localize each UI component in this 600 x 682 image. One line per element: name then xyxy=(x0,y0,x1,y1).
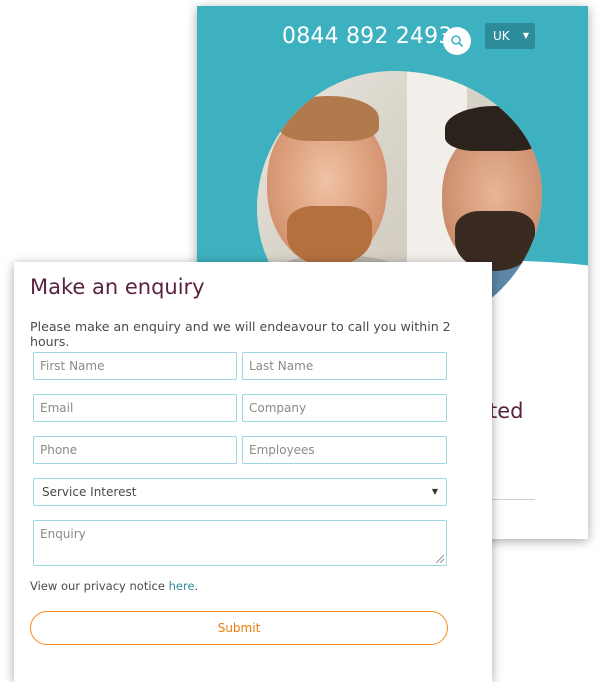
phone-input[interactable]: Phone xyxy=(33,436,237,464)
privacy-end: . xyxy=(194,579,199,593)
employees-input[interactable]: Employees xyxy=(242,436,447,464)
privacy-link[interactable]: here xyxy=(169,579,195,593)
phone-number[interactable]: 0844 892 2493 xyxy=(282,24,453,49)
enquiry-textarea[interactable]: Enquiry xyxy=(33,520,447,566)
region-label: UK xyxy=(493,29,510,43)
privacy-notice: View our privacy notice here. xyxy=(30,579,198,593)
enquiry-form-card: Make an enquiry Please make an enquiry a… xyxy=(14,262,492,682)
first-name-input[interactable]: First Name xyxy=(33,352,237,380)
service-interest-value: Service Interest xyxy=(42,485,137,499)
privacy-text: View our privacy notice xyxy=(30,579,169,593)
form-title: Make an enquiry xyxy=(30,275,205,299)
site-heading-partial: ted xyxy=(489,399,524,423)
form-intro: Please make an enquiry and we will endea… xyxy=(30,319,451,349)
email-input[interactable]: Email xyxy=(33,394,237,422)
caret-down-icon: ▼ xyxy=(431,487,438,496)
caret-down-icon: ▼ xyxy=(522,31,529,40)
enquiry-placeholder: Enquiry xyxy=(40,527,86,541)
search-icon xyxy=(451,35,464,48)
company-input[interactable]: Company xyxy=(242,394,447,422)
service-interest-select[interactable]: Service Interest ▼ xyxy=(33,478,447,506)
last-name-input[interactable]: Last Name xyxy=(242,352,447,380)
region-select[interactable]: UK ▼ xyxy=(485,23,535,49)
divider xyxy=(489,499,535,500)
submit-button[interactable]: Submit xyxy=(30,611,448,645)
resize-handle-icon[interactable] xyxy=(436,555,444,563)
search-button[interactable] xyxy=(443,27,471,55)
